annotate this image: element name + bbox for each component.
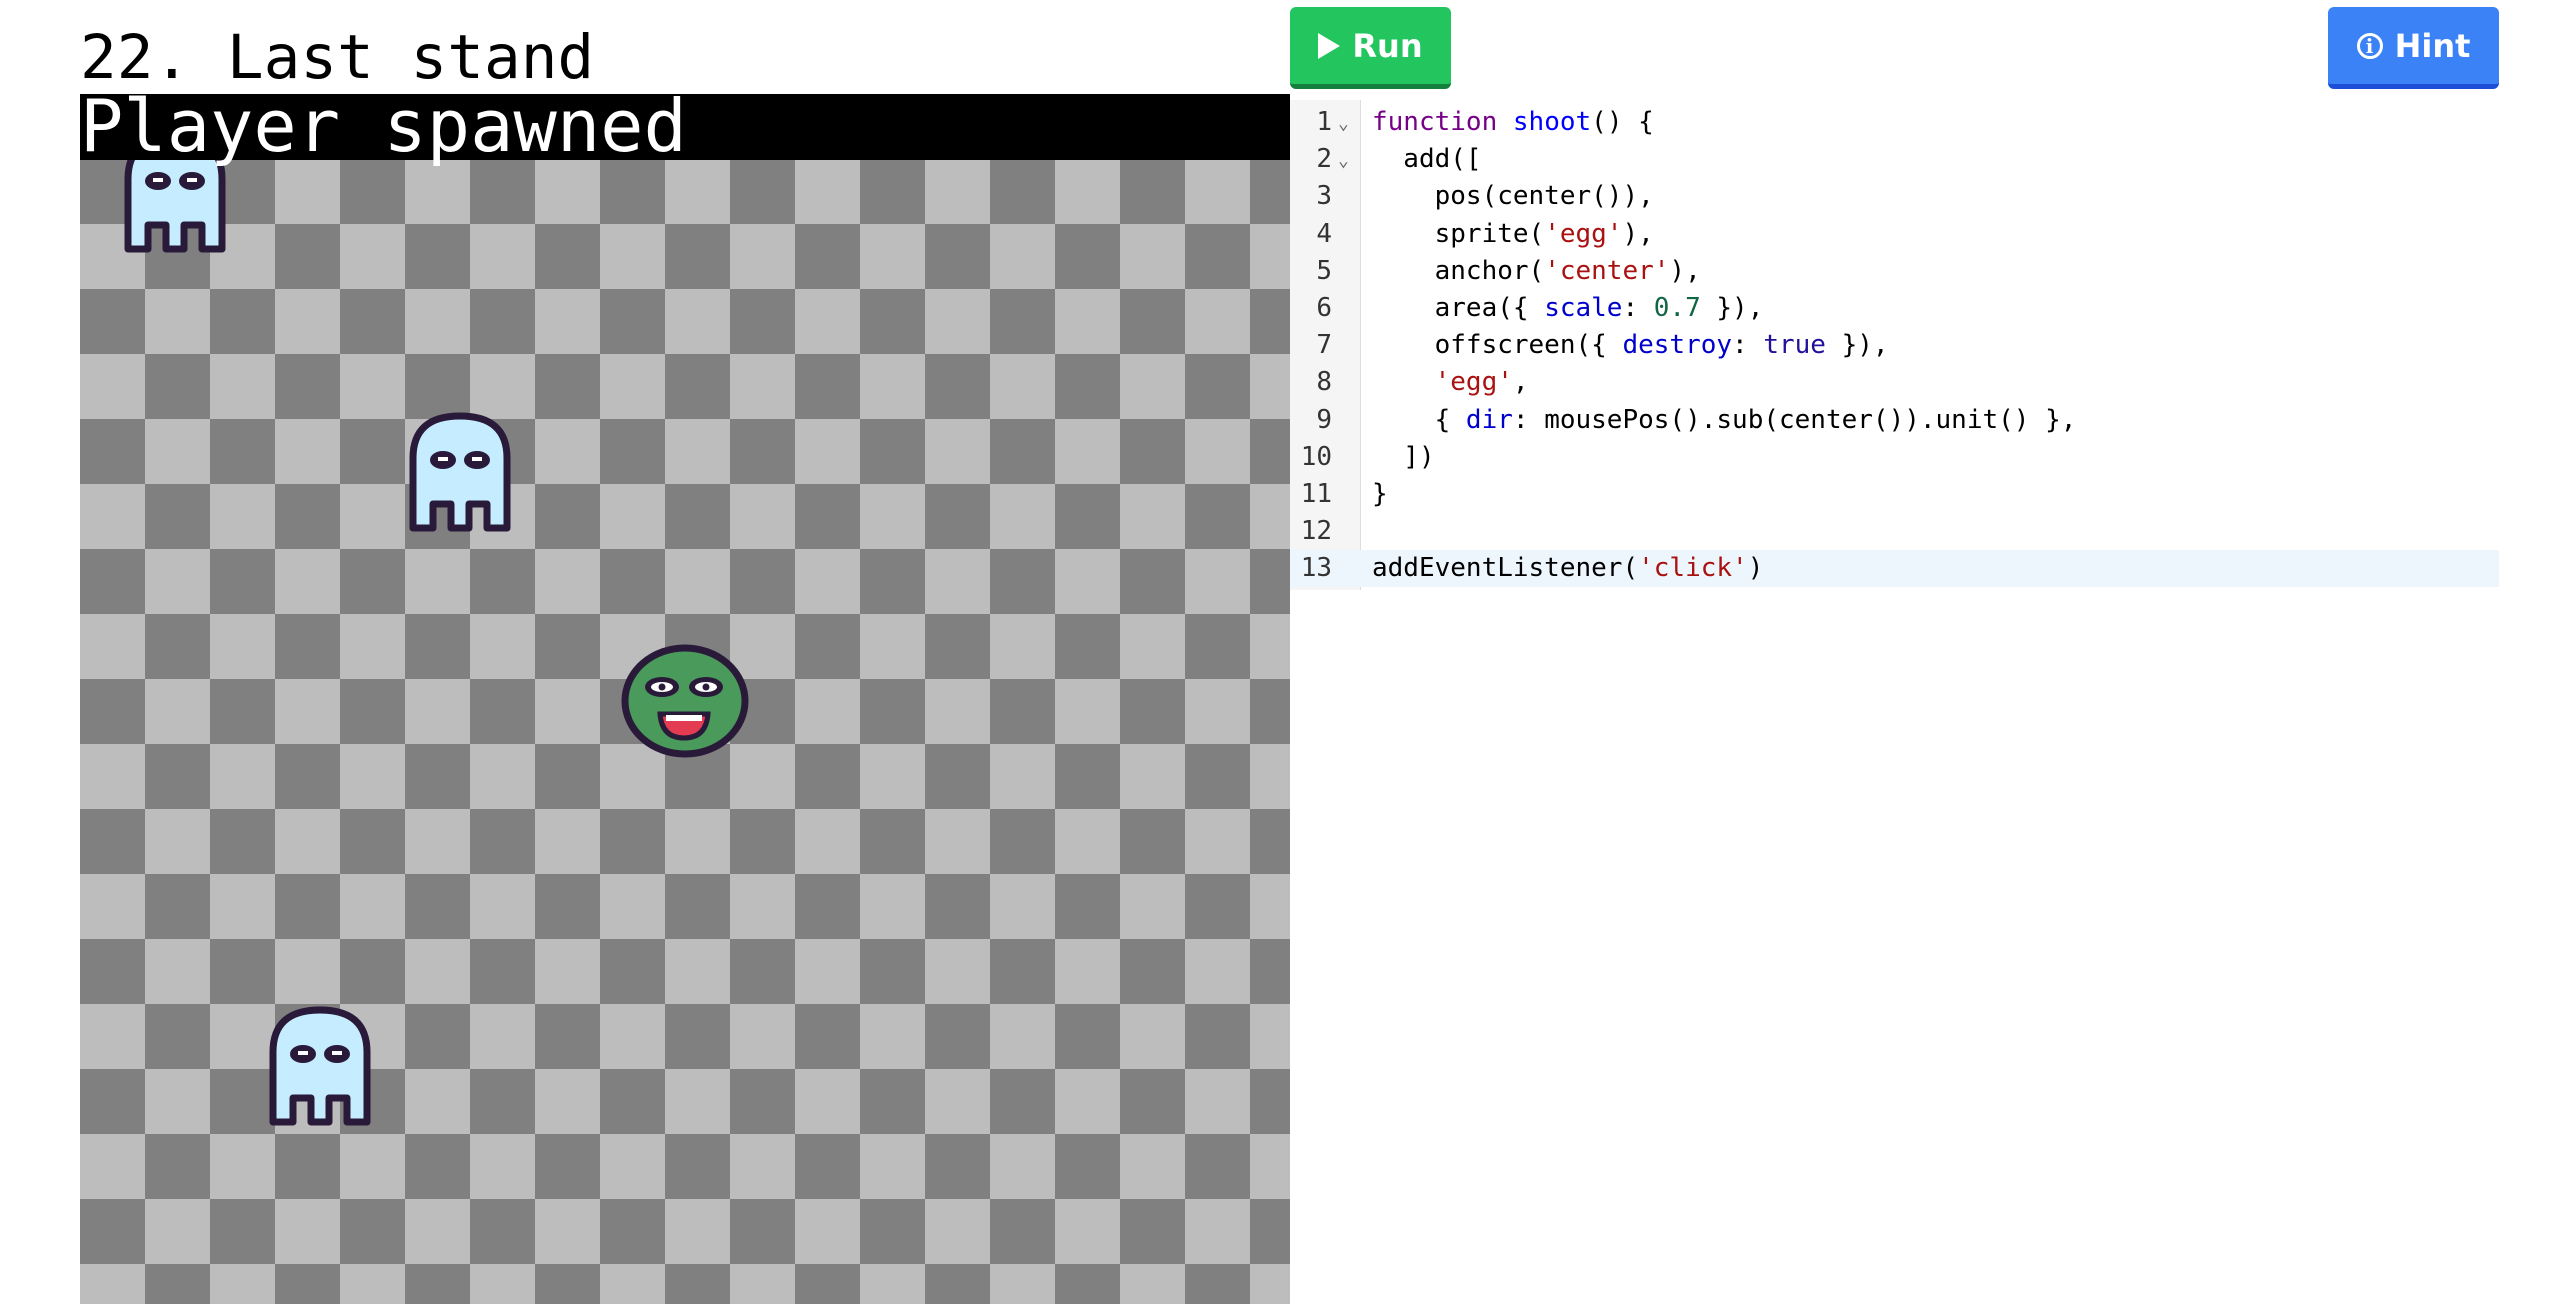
- code-line[interactable]: 2 ⌄ add([: [1290, 141, 2499, 178]
- line-number: 7: [1316, 330, 1332, 361]
- code-line[interactable]: 5 anchor('center'),: [1290, 253, 2499, 290]
- code-text: ]): [1372, 439, 1435, 476]
- code-editor[interactable]: 1 ⌄ function shoot() {2 ⌄ add([3 pos(center…: [1290, 100, 2499, 590]
- code-token: 0.7: [1653, 293, 1701, 323]
- code-text: { dir: mousePos().sub(center()).unit() }…: [1372, 402, 2077, 439]
- run-button-label: Run: [1352, 26, 1423, 65]
- line-number: 12: [1300, 516, 1332, 547]
- code-text: anchor('center'),: [1372, 253, 1701, 290]
- info-icon: i: [2356, 32, 2383, 59]
- line-number: 4: [1316, 218, 1332, 249]
- code-token: {: [1372, 404, 1466, 435]
- code-token: destroy: [1622, 330, 1733, 361]
- code-line[interactable]: 1 ⌄ function shoot() {: [1290, 104, 2499, 141]
- code-token: true: [1763, 330, 1826, 361]
- line-number: 2: [1316, 144, 1332, 175]
- game-canvas[interactable]: Player spawned: [80, 94, 1290, 1304]
- code-token: ),: [1669, 255, 1701, 286]
- code-token: }),: [1825, 330, 1889, 361]
- play-icon: [1318, 32, 1341, 59]
- line-number: 6: [1316, 293, 1332, 323]
- code-token: anchor(: [1372, 255, 1545, 286]
- code-line[interactable]: 12: [1290, 513, 2499, 550]
- code-token: function: [1372, 107, 1498, 137]
- code-text: pos(center()),: [1372, 178, 1654, 215]
- line-number: 13: [1300, 553, 1332, 584]
- code-line[interactable]: 6 area({ scale: 0.7 }),: [1290, 290, 2499, 327]
- code-token: 'click': [1638, 553, 1748, 584]
- code-line[interactable]: 13 addEventListener('click'): [1290, 550, 2499, 588]
- code-token: 'center': [1544, 255, 1670, 286]
- status-text: Player spawned: [80, 94, 687, 168]
- code-line[interactable]: 10 ]): [1290, 439, 2499, 476]
- code-token: shoot: [1512, 107, 1592, 137]
- code-text: 'egg',: [1372, 364, 1529, 401]
- code-line[interactable]: 3 pos(center()),: [1290, 178, 2499, 215]
- code-text: sprite('egg'),: [1372, 216, 1654, 253]
- code-token: sprite(: [1372, 218, 1545, 249]
- code-token: 'egg': [1434, 367, 1513, 398]
- ghost-enemy: [405, 410, 515, 535]
- code-text: add([: [1372, 141, 1482, 178]
- fold-chevron-icon[interactable]: ⌄: [1338, 105, 1349, 142]
- line-number: 9: [1316, 404, 1332, 435]
- code-text: offscreen({ destroy: true }),: [1372, 327, 1889, 364]
- code-text: }: [1372, 476, 1388, 513]
- code-token: :: [1732, 330, 1764, 361]
- code-line[interactable]: 9 { dir: mousePos().sub(center()).unit()…: [1290, 402, 2499, 439]
- fold-chevron-icon[interactable]: ⌄: [1338, 142, 1349, 179]
- code-token: pos(center()),: [1372, 181, 1654, 212]
- code-token: dir: [1465, 404, 1513, 435]
- code-text: function shoot() {: [1372, 104, 1654, 141]
- code-token: area({: [1372, 293, 1545, 323]
- code-token: offscreen({: [1372, 330, 1623, 361]
- line-number: 11: [1300, 479, 1332, 509]
- code-token: scale: [1544, 293, 1623, 323]
- level-title: 22. Last stand: [80, 22, 595, 93]
- code-token: () {: [1591, 107, 1654, 137]
- run-button[interactable]: Run: [1290, 7, 1451, 89]
- status-bar: Player spawned: [80, 94, 1290, 168]
- code-line[interactable]: 8 'egg',: [1290, 364, 2499, 401]
- code-token: add([: [1372, 144, 1482, 175]
- hint-button-label: Hint: [2394, 26, 2471, 65]
- code-token: ]): [1372, 441, 1435, 472]
- code-token: ): [1747, 553, 1764, 584]
- ghost-enemy: [265, 1004, 375, 1129]
- code-token: :: [1622, 293, 1654, 323]
- code-token: ,: [1512, 367, 1529, 398]
- player-sprite: [620, 642, 750, 760]
- line-number: 3: [1316, 181, 1332, 212]
- code-token: 'egg': [1544, 218, 1623, 249]
- code-line[interactable]: 4 sprite('egg'),: [1290, 216, 2499, 253]
- code-line[interactable]: 11}: [1290, 476, 2499, 513]
- line-number: 10: [1300, 441, 1332, 472]
- code-token: : mousePos().sub(center()).unit() },: [1512, 404, 2077, 435]
- code-token: }),: [1700, 293, 1764, 323]
- code-line[interactable]: 7 offscreen({ destroy: true }),: [1290, 327, 2499, 364]
- code-token: }: [1372, 479, 1388, 509]
- line-number: 8: [1316, 367, 1332, 398]
- code-token: addEventListener(: [1372, 553, 1639, 584]
- code-token: ),: [1622, 218, 1654, 249]
- line-number: 5: [1316, 255, 1332, 286]
- code-text: area({ scale: 0.7 }),: [1372, 290, 1764, 327]
- hint-button[interactable]: i Hint: [2328, 7, 2499, 89]
- line-number: 1: [1316, 107, 1332, 137]
- code-text: addEventListener('click'): [1372, 550, 1763, 587]
